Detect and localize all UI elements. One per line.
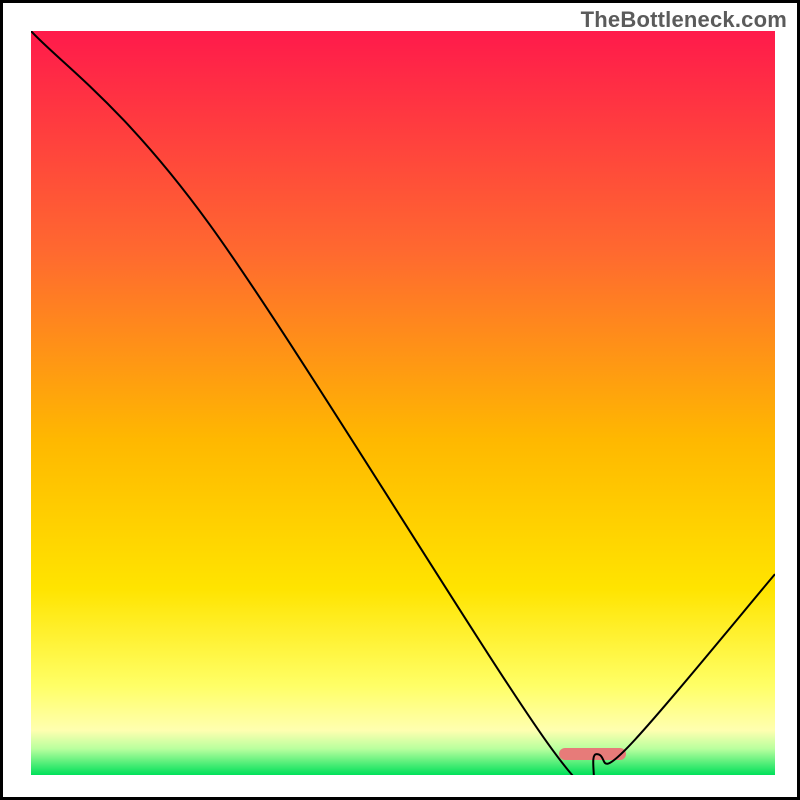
minimum-marker	[559, 748, 626, 760]
watermark-text: TheBottleneck.com	[581, 7, 787, 33]
chart-frame: TheBottleneck.com	[0, 0, 800, 800]
plot-area	[31, 31, 775, 775]
background-gradient	[31, 31, 775, 775]
